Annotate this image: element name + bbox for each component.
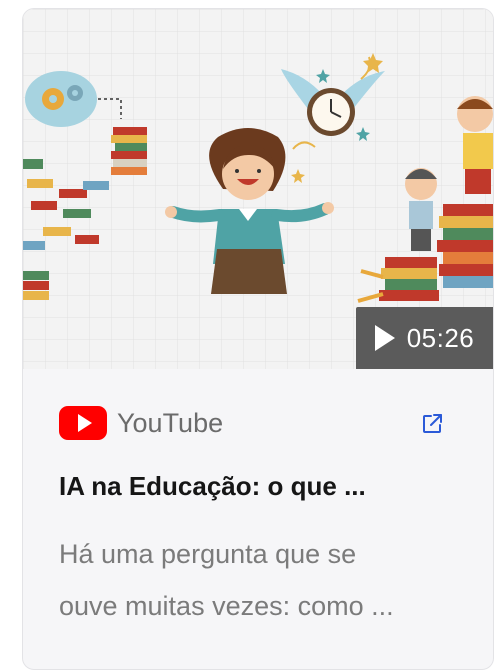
video-duration-badge: 05:26: [356, 307, 493, 369]
video-title[interactable]: IA na Educação: o que ...: [59, 471, 479, 502]
youtube-icon: [59, 406, 107, 440]
source-name: YouTube: [117, 407, 224, 438]
description-line: ouve muitas vezes: como ...: [59, 591, 394, 621]
video-description: Há uma pergunta que se ouve muitas vezes…: [59, 528, 459, 632]
video-duration: 05:26: [406, 322, 475, 353]
card-meta: YouTube IA na Educação: o que ... Há uma…: [59, 403, 479, 632]
description-line: Há uma pergunta que se: [59, 539, 357, 569]
play-icon: [374, 325, 395, 351]
video-thumbnail[interactable]: 05:26: [23, 9, 493, 369]
external-link-icon[interactable]: [420, 412, 444, 436]
video-card[interactable]: 05:26 YouTube IA na Educação: o que ... …: [22, 8, 494, 670]
source-row: YouTube: [59, 403, 479, 443]
